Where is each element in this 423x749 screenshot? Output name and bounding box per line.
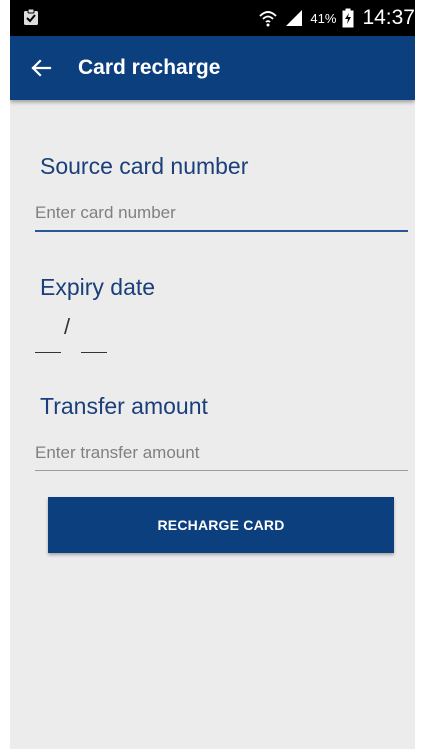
page-title: Card recharge (78, 56, 221, 79)
source-card-label: Source card number (40, 153, 249, 179)
status-clock: 14:37 (362, 6, 415, 29)
expiry-separator: / (64, 314, 71, 339)
battery-percent: 41% (310, 10, 337, 26)
status-bar: 41% 14:37 (10, 0, 415, 36)
arrow-left-icon[interactable] (30, 57, 52, 79)
expiry-date-field: / (35, 312, 135, 356)
card-number-input[interactable] (35, 196, 408, 232)
cellular-signal-icon (286, 10, 303, 26)
clipboard-check-icon (24, 8, 38, 25)
expiry-date-label: Expiry date (40, 274, 156, 300)
expiry-year-input[interactable] (81, 328, 107, 353)
expiry-month-input[interactable] (35, 328, 61, 353)
wifi-icon (259, 11, 278, 27)
transfer-amount-label: Transfer amount (40, 393, 208, 419)
status-bar-right: 41% 14:37 (258, 0, 415, 36)
transfer-amount-input[interactable] (35, 435, 408, 471)
recharge-card-button[interactable]: RECHARGE CARD (48, 497, 394, 553)
app-bar: Card recharge (10, 36, 415, 100)
battery-charging-icon (342, 8, 354, 28)
phone-screen: 41% 14:37 Card recharge Source card numb… (10, 0, 415, 749)
